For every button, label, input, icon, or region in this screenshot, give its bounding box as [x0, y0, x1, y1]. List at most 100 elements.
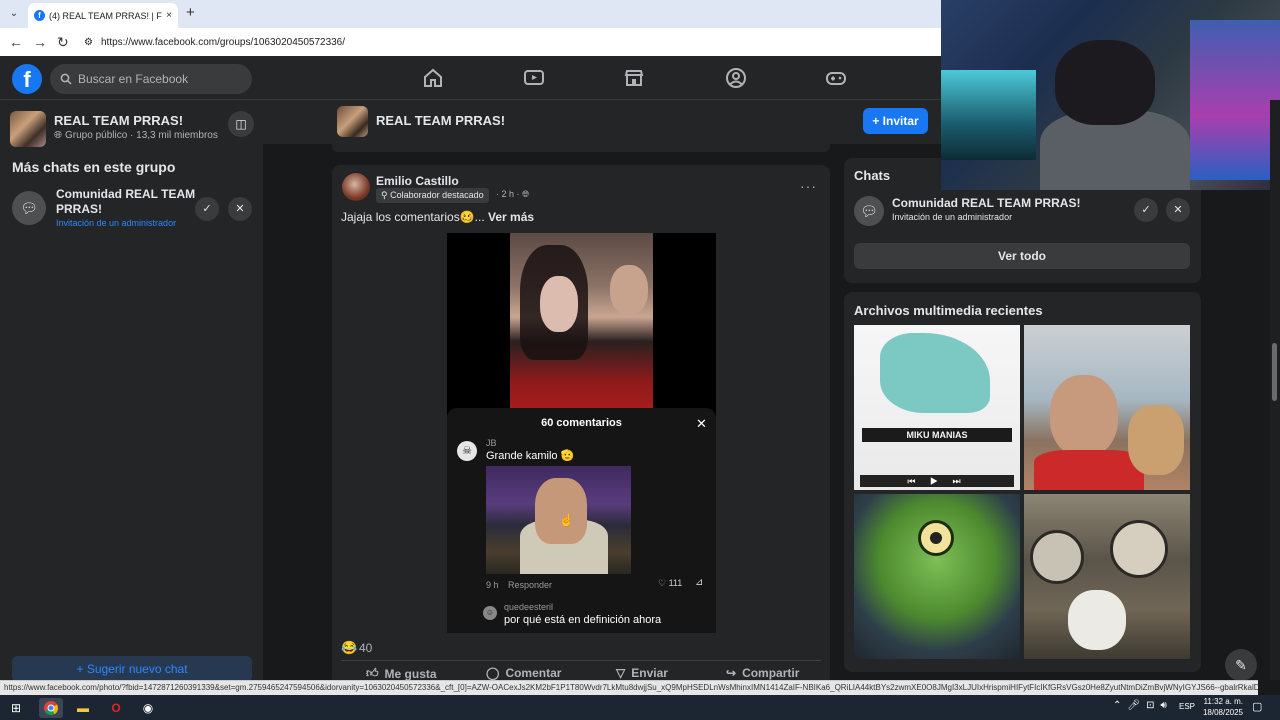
facebook-logo-icon[interactable]: f — [12, 64, 42, 94]
input-language[interactable]: ESP — [1179, 702, 1195, 711]
contributor-badge[interactable]: ⚲ Colaborador destacado — [376, 188, 489, 203]
video-person-face — [540, 276, 578, 332]
share-button[interactable]: ↪ Compartir — [726, 666, 799, 680]
chevron-down-icon[interactable]: ⌄ — [5, 5, 23, 23]
sidebar-collapse-icon[interactable]: ◫ — [228, 111, 254, 137]
clock-time: 11:32 a. m. — [1203, 697, 1243, 706]
commenter2-avatar: ☺ — [483, 606, 497, 620]
more-chats-heading: Más chats en este grupo — [12, 159, 176, 175]
accept-check-icon[interactable]: ✓ — [195, 197, 219, 221]
gaming-icon[interactable] — [824, 66, 850, 92]
invite-button[interactable]: + Invitar — [863, 108, 928, 134]
windows-start-icon[interactable]: ⊞ — [6, 698, 26, 718]
media-thumbnail-3[interactable] — [854, 494, 1020, 659]
media1-caption: MIKU MANIAS — [862, 428, 1012, 442]
marketplace-icon[interactable] — [622, 66, 648, 92]
media2-face — [1050, 375, 1118, 457]
chat-bubble-icon[interactable]: 💬︎ — [854, 196, 884, 226]
share-label: Compartir — [742, 666, 800, 680]
notification-icon[interactable]: ▢ — [1252, 700, 1262, 713]
chrome-icon[interactable] — [39, 698, 63, 718]
opera-icon[interactable]: O — [106, 698, 126, 718]
accept-check-icon[interactable]: ✓ — [1134, 198, 1158, 222]
badge-label: Colaborador destacado — [390, 190, 484, 200]
scrollbar-thumb[interactable] — [1272, 343, 1277, 401]
media4-drum-left — [1030, 530, 1084, 584]
post-divider — [341, 660, 821, 661]
like-button[interactable]: 👍︎ Me gusta — [366, 666, 437, 681]
search-input[interactable]: Buscar en Facebook — [50, 64, 252, 94]
post-timestamp[interactable]: · 2 h · 🌐︎ — [496, 189, 529, 200]
like-label: Me gusta — [384, 666, 437, 681]
post-author[interactable]: Emilio Castillo — [376, 174, 459, 188]
groups-icon[interactable] — [724, 66, 750, 92]
author-avatar[interactable] — [342, 173, 370, 201]
media3-pupil — [930, 532, 942, 544]
media2-shirt — [1034, 450, 1144, 490]
right-chat-name[interactable]: Comunidad REAL TEAM PRRAS! — [892, 196, 1080, 210]
comment-time: 9 h — [486, 580, 499, 590]
app-icon[interactable]: ◉ — [138, 698, 158, 718]
media2-cartoon-face — [1128, 405, 1184, 475]
comment-label: Comentar — [505, 666, 562, 680]
comment-image-person-head — [535, 478, 587, 544]
tab-title: (4) REAL TEAM PRRAS! | Facebook — [49, 10, 162, 21]
back-icon[interactable]: ← — [9, 34, 23, 50]
reload-icon[interactable]: ↻ — [57, 34, 69, 50]
suggest-chat-label: Sugerir nuevo chat — [86, 662, 188, 676]
new-tab-button[interactable]: + — [186, 5, 195, 21]
see-more-link[interactable]: Ver más — [488, 210, 534, 224]
comment-button[interactable]: ◯ Comentar — [486, 666, 561, 680]
screen: ⌄ f (4) REAL TEAM PRRAS! | Facebook × + … — [0, 0, 1280, 720]
tab-close-icon[interactable]: × — [166, 10, 172, 21]
commenter2-name: quedeesteril — [504, 602, 554, 612]
left-chat-name[interactable]: Comunidad REAL TEAM PRRAS! — [56, 187, 196, 217]
new-message-icon[interactable]: ✎ — [1225, 649, 1257, 681]
see-all-button[interactable]: Ver todo — [854, 243, 1190, 269]
file-explorer-icon[interactable]: ▬ — [73, 698, 93, 718]
decline-close-icon[interactable]: ✕ — [1166, 198, 1190, 222]
media4-toilet — [1068, 590, 1126, 650]
send-button[interactable]: ▽ Enviar — [616, 666, 668, 680]
globe-icon: 🌐︎ — [522, 189, 530, 199]
webcam-neon-wall — [1190, 20, 1280, 180]
site-info-icon[interactable]: ⚙ — [84, 37, 93, 48]
facebook-favicon-icon: f — [34, 10, 45, 21]
home-icon[interactable] — [421, 66, 447, 92]
cursor-hand-icon: ☝ — [559, 513, 574, 527]
post-time-text: · 2 h · — [496, 189, 520, 199]
group-header-thumbnail[interactable] — [337, 106, 368, 137]
address-bar[interactable]: ⚙ https://www.facebook.com/groups/106302… — [80, 32, 940, 52]
group-name[interactable]: REAL TEAM PRRAS! — [54, 113, 183, 128]
plus-icon: + — [76, 662, 84, 676]
decline-close-icon[interactable]: ✕ — [228, 197, 252, 221]
browser-tab[interactable]: f (4) REAL TEAM PRRAS! | Facebook × — [28, 3, 178, 28]
reaction-count[interactable]: 40 — [359, 641, 372, 655]
haha-reaction-icon[interactable]: 😂 — [341, 640, 361, 656]
reply-link[interactable]: Responder — [508, 580, 552, 590]
group-header-name[interactable]: REAL TEAM PRRAS! — [376, 113, 505, 128]
video-icon[interactable] — [522, 66, 548, 92]
globe-icon: 🌐︎ — [54, 130, 62, 141]
dislike-icon[interactable]: ⊿ — [695, 577, 703, 588]
comment-likes[interactable]: ♡ 111 — [658, 578, 682, 589]
close-icon[interactable]: ✕ — [696, 416, 707, 432]
comment2-text: por qué está en definición ahora — [504, 614, 662, 626]
system-tray-icons[interactable]: ⌃🎤︎⊡🔊︎ — [1113, 700, 1173, 711]
clock-date: 18/08/2025 — [1202, 708, 1243, 717]
invite-label: Invitar — [882, 114, 919, 128]
post-options-icon[interactable]: ··· — [800, 178, 817, 194]
clock[interactable]: 11:32 a. m. 18/08/2025 — [1201, 696, 1243, 718]
plus-icon: + — [872, 114, 880, 128]
comment-text: Grande kamilo 🫡 — [486, 450, 575, 462]
forward-icon[interactable]: → — [33, 34, 47, 50]
group-meta: 🌐︎ Grupo público · 13,3 mil miembros — [54, 130, 218, 141]
chat-bubble-icon[interactable]: 💬︎ — [12, 191, 46, 225]
suggest-chat-button[interactable]: + Sugerir nuevo chat — [12, 656, 252, 682]
comment-icon: ◯ — [486, 666, 500, 680]
left-chat-subtitle: Invitación de un administrador — [56, 218, 177, 228]
group-cover-thumbnail[interactable] — [10, 111, 46, 147]
media4-drum-right — [1110, 520, 1168, 578]
commenter-name: JB — [486, 438, 497, 448]
link-status-bar: https://www.facebook.com/photo/?fbid=147… — [0, 680, 1258, 695]
